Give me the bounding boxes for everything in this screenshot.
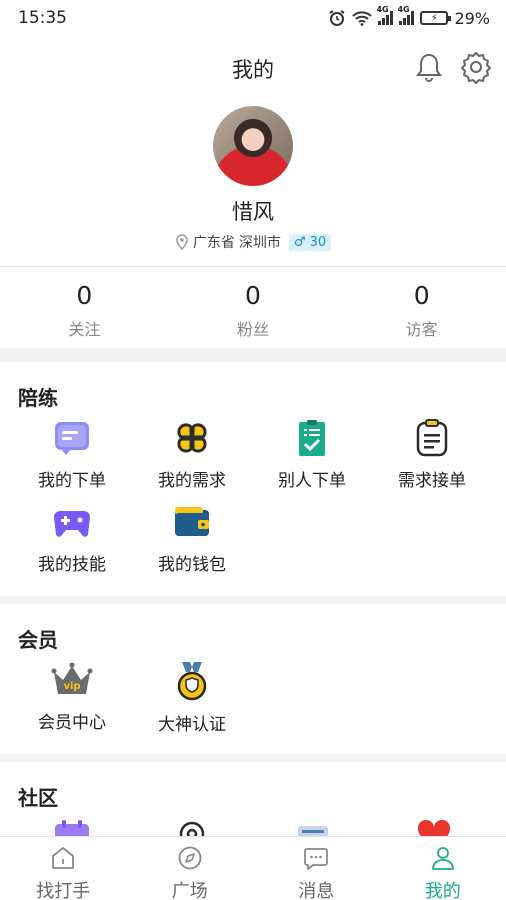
grid-label: 我的钱包 <box>158 555 226 575</box>
wifi-icon <box>352 11 373 26</box>
location-city: 深圳市 <box>238 235 281 251</box>
location-row: 广东省 深圳市 ♂ 30 <box>0 232 506 252</box>
ticket-icon[interactable] <box>296 822 330 836</box>
calendar-icon[interactable] <box>54 820 90 836</box>
grid-item-member-center[interactable]: vip 会员中心 <box>12 660 132 733</box>
stat-following[interactable]: 0 关注 <box>0 267 169 348</box>
person-icon <box>431 847 454 870</box>
section-title: 社区 <box>18 786 58 810</box>
grid-item-my-skills[interactable]: 我的技能 <box>12 502 132 575</box>
compass-icon <box>178 846 202 870</box>
tab-label: 我的 <box>424 881 461 900</box>
home-icon <box>52 847 75 869</box>
battery-icon: ⚡ <box>420 11 452 25</box>
clover-icon <box>177 423 207 453</box>
medal-icon <box>177 662 207 701</box>
stat-value: 0 <box>245 281 261 310</box>
section-peilian: 陪练 我的下单 我的需求 别人下单 需求接单 我的技能 我的钱包 <box>0 362 506 596</box>
grid-item-god-certification[interactable]: 大神认证 <box>132 660 252 735</box>
tab-square[interactable]: 广场 <box>127 837 254 900</box>
grid-item-my-wallet[interactable]: 我的钱包 <box>132 502 252 575</box>
grid-item-accept-demands[interactable]: 需求接单 <box>372 418 492 491</box>
grid-label: 需求接单 <box>398 471 466 491</box>
tab-find-player[interactable]: 找打手 <box>0 837 127 900</box>
signal-icon: 4G <box>376 5 394 25</box>
stat-visitors[interactable]: 0 访客 <box>337 267 506 348</box>
svg-text:vip: vip <box>63 681 80 692</box>
grid-label: 我的需求 <box>158 471 226 491</box>
battery-percent: 29% <box>454 8 490 28</box>
stat-value: 0 <box>413 281 430 310</box>
section-title: 陪练 <box>18 386 58 410</box>
location-pin-icon <box>176 234 188 250</box>
tab-label: 找打手 <box>36 881 91 900</box>
section-community: 社区 <box>0 762 506 836</box>
tab-messages[interactable]: 消息 <box>253 837 380 900</box>
location-province: 广东省 <box>192 235 235 251</box>
status-bar: 15:35 4G 4G ⚡ 29% <box>0 0 506 36</box>
grid-item-my-orders[interactable]: 我的下单 <box>12 418 132 491</box>
status-icons: 4G 4G ⚡ 29% <box>328 5 490 28</box>
grid-label: 我的下单 <box>38 471 106 491</box>
stat-label: 粉丝 <box>237 320 270 339</box>
tab-label: 消息 <box>298 881 335 900</box>
age-value: 30 <box>309 234 327 250</box>
gender-age-badge: ♂ 30 <box>288 233 332 251</box>
section-member: 会员 vip 会员中心 大神认证 <box>0 604 506 754</box>
clipboard-check-icon <box>299 420 325 456</box>
notepad-icon <box>416 419 448 457</box>
message-icon <box>304 848 329 870</box>
signal-icon-2: 4G <box>397 5 415 25</box>
tab-label: 广场 <box>171 881 208 900</box>
grid-label: 我的技能 <box>38 555 106 575</box>
status-time: 15:35 <box>18 8 67 28</box>
section-title: 会员 <box>18 628 58 652</box>
bell-icon[interactable] <box>412 50 446 84</box>
stats-row: 0 关注 0 粉丝 0 访客 <box>0 266 506 348</box>
grid-label: 会员中心 <box>38 713 106 733</box>
gear-icon[interactable] <box>459 50 493 84</box>
grid-item-my-demands[interactable]: 我的需求 <box>132 418 252 491</box>
grid-label: 别人下单 <box>278 471 346 491</box>
location-target-icon[interactable] <box>178 820 206 836</box>
grid-item-others-orders[interactable]: 别人下单 <box>252 418 372 491</box>
male-icon: ♂ <box>293 234 306 250</box>
gamepad-icon <box>54 511 90 537</box>
bottom-tab-bar: 找打手 广场 消息 我的 <box>0 836 506 900</box>
profile-header: 我的 惜风 广东省 深圳市 ♂ 30 <box>0 36 506 266</box>
wallet-icon <box>175 507 209 536</box>
tab-mine[interactable]: 我的 <box>380 837 506 900</box>
stat-value: 0 <box>76 281 93 310</box>
chat-list-icon <box>55 422 89 455</box>
alarm-icon <box>329 10 345 26</box>
grid-label: 大神认证 <box>158 715 226 735</box>
stat-label: 关注 <box>68 320 101 339</box>
stat-label: 访客 <box>405 320 438 339</box>
avatar[interactable] <box>213 106 293 186</box>
vip-crown-icon: vip <box>51 662 93 694</box>
heart-icon[interactable] <box>416 820 452 836</box>
stat-fans[interactable]: 0 粉丝 <box>169 267 338 348</box>
username: 惜风 <box>232 200 274 224</box>
